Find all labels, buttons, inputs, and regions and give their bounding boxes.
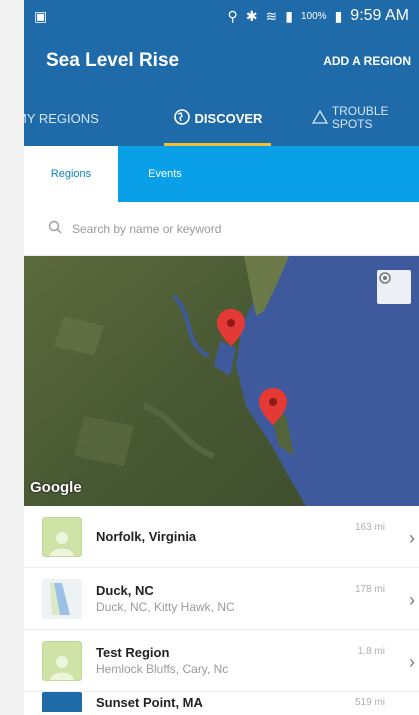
gallery-icon: ▣ <box>34 7 48 24</box>
person-placeholder-icon <box>50 531 74 556</box>
add-region-button[interactable]: ADD A REGION <box>323 54 411 68</box>
tab-discover-label: DISCOVER <box>194 110 263 126</box>
region-distance: 1.8 mi <box>357 646 385 657</box>
region-distance: 163 mi <box>354 522 385 533</box>
wifi-icon: ≋ <box>265 7 278 24</box>
region-distance: 178 mi <box>354 584 385 595</box>
globe-icon <box>173 108 191 129</box>
chevron-right-icon: › <box>409 652 415 672</box>
region-thumbnail <box>42 578 82 619</box>
search-icon <box>48 220 62 237</box>
app-screen: ▣ ⚲ ✱ ≋ ▮ 100% ▮ 9:59 AM Sea Level Rise … <box>24 0 419 715</box>
search-input[interactable]: Search by name or keyword <box>72 222 221 236</box>
location-icon: ⚲ <box>227 7 238 24</box>
person-placeholder-icon <box>50 655 74 680</box>
signal-icon: ▮ <box>285 7 293 24</box>
device-frame <box>0 0 24 715</box>
region-map[interactable]: Google <box>24 256 419 506</box>
map-tiles <box>24 256 419 506</box>
region-subtitle: Hemlock Bluffs, Cary, Nc <box>96 662 229 676</box>
region-list: Norfolk, Virginia 163 mi › Duck, NC Duck… <box>24 506 419 712</box>
list-item[interactable]: Sunset Point, MA 519 mi <box>24 692 419 712</box>
list-item[interactable]: Test Region Hemlock Bluffs, Cary, Nc 1.8… <box>24 630 419 692</box>
clock: 9:59 AM <box>350 7 409 24</box>
battery-percent: 100% <box>301 10 327 22</box>
subtab-regions[interactable]: Regions <box>24 146 118 202</box>
chevron-right-icon: › <box>409 528 415 548</box>
crosshair-icon <box>379 272 391 284</box>
region-distance: 519 mi <box>354 696 385 708</box>
region-thumbnail <box>42 516 82 557</box>
bluetooth-icon: ✱ <box>245 7 258 24</box>
status-icons: ⚲ ✱ ≋ ▮ 100% ▮ 9:59 AM <box>228 7 409 25</box>
app-title: Sea Level Rise <box>46 50 180 71</box>
map-attribution: Google <box>30 479 82 496</box>
region-name: Sunset Point, MA <box>96 694 203 710</box>
tab-my-regions[interactable]: MY REGIONS <box>24 90 150 146</box>
tab-trouble-spots-label: TROUBLE SPOTS <box>331 104 389 131</box>
region-thumbnail <box>42 640 82 681</box>
subtab-regions-label: Regions <box>50 168 92 180</box>
status-bar: ▣ ⚲ ✱ ≋ ▮ 100% ▮ 9:59 AM <box>24 0 419 32</box>
list-item[interactable]: Duck, NC Duck, NC, Kitty Hawk, NC 178 mi… <box>24 568 419 630</box>
chevron-right-icon: › <box>409 590 415 610</box>
my-location-button[interactable] <box>377 270 411 304</box>
tab-trouble-spots[interactable]: TROUBLE SPOTS <box>285 90 419 146</box>
sub-tabs: Regions Events <box>24 146 419 202</box>
main-tabs: MY REGIONS DISCOVER TROUBLE SPOTS <box>24 90 419 146</box>
warning-icon <box>311 109 328 128</box>
subtab-events[interactable]: Events <box>118 146 212 202</box>
app-bar: Sea Level Rise ADD A REGION <box>24 32 419 90</box>
tab-my-regions-label: MY REGIONS <box>24 110 99 126</box>
list-item[interactable]: Norfolk, Virginia 163 mi › <box>24 506 419 568</box>
region-subtitle: Duck, NC, Kitty Hawk, NC <box>96 600 235 614</box>
region-thumbnail <box>42 692 82 712</box>
search-bar[interactable]: Search by name or keyword <box>24 202 419 256</box>
subtab-events-label: Events <box>148 168 182 180</box>
battery-icon: ▮ <box>334 7 343 24</box>
tab-discover[interactable]: DISCOVER <box>150 90 284 146</box>
